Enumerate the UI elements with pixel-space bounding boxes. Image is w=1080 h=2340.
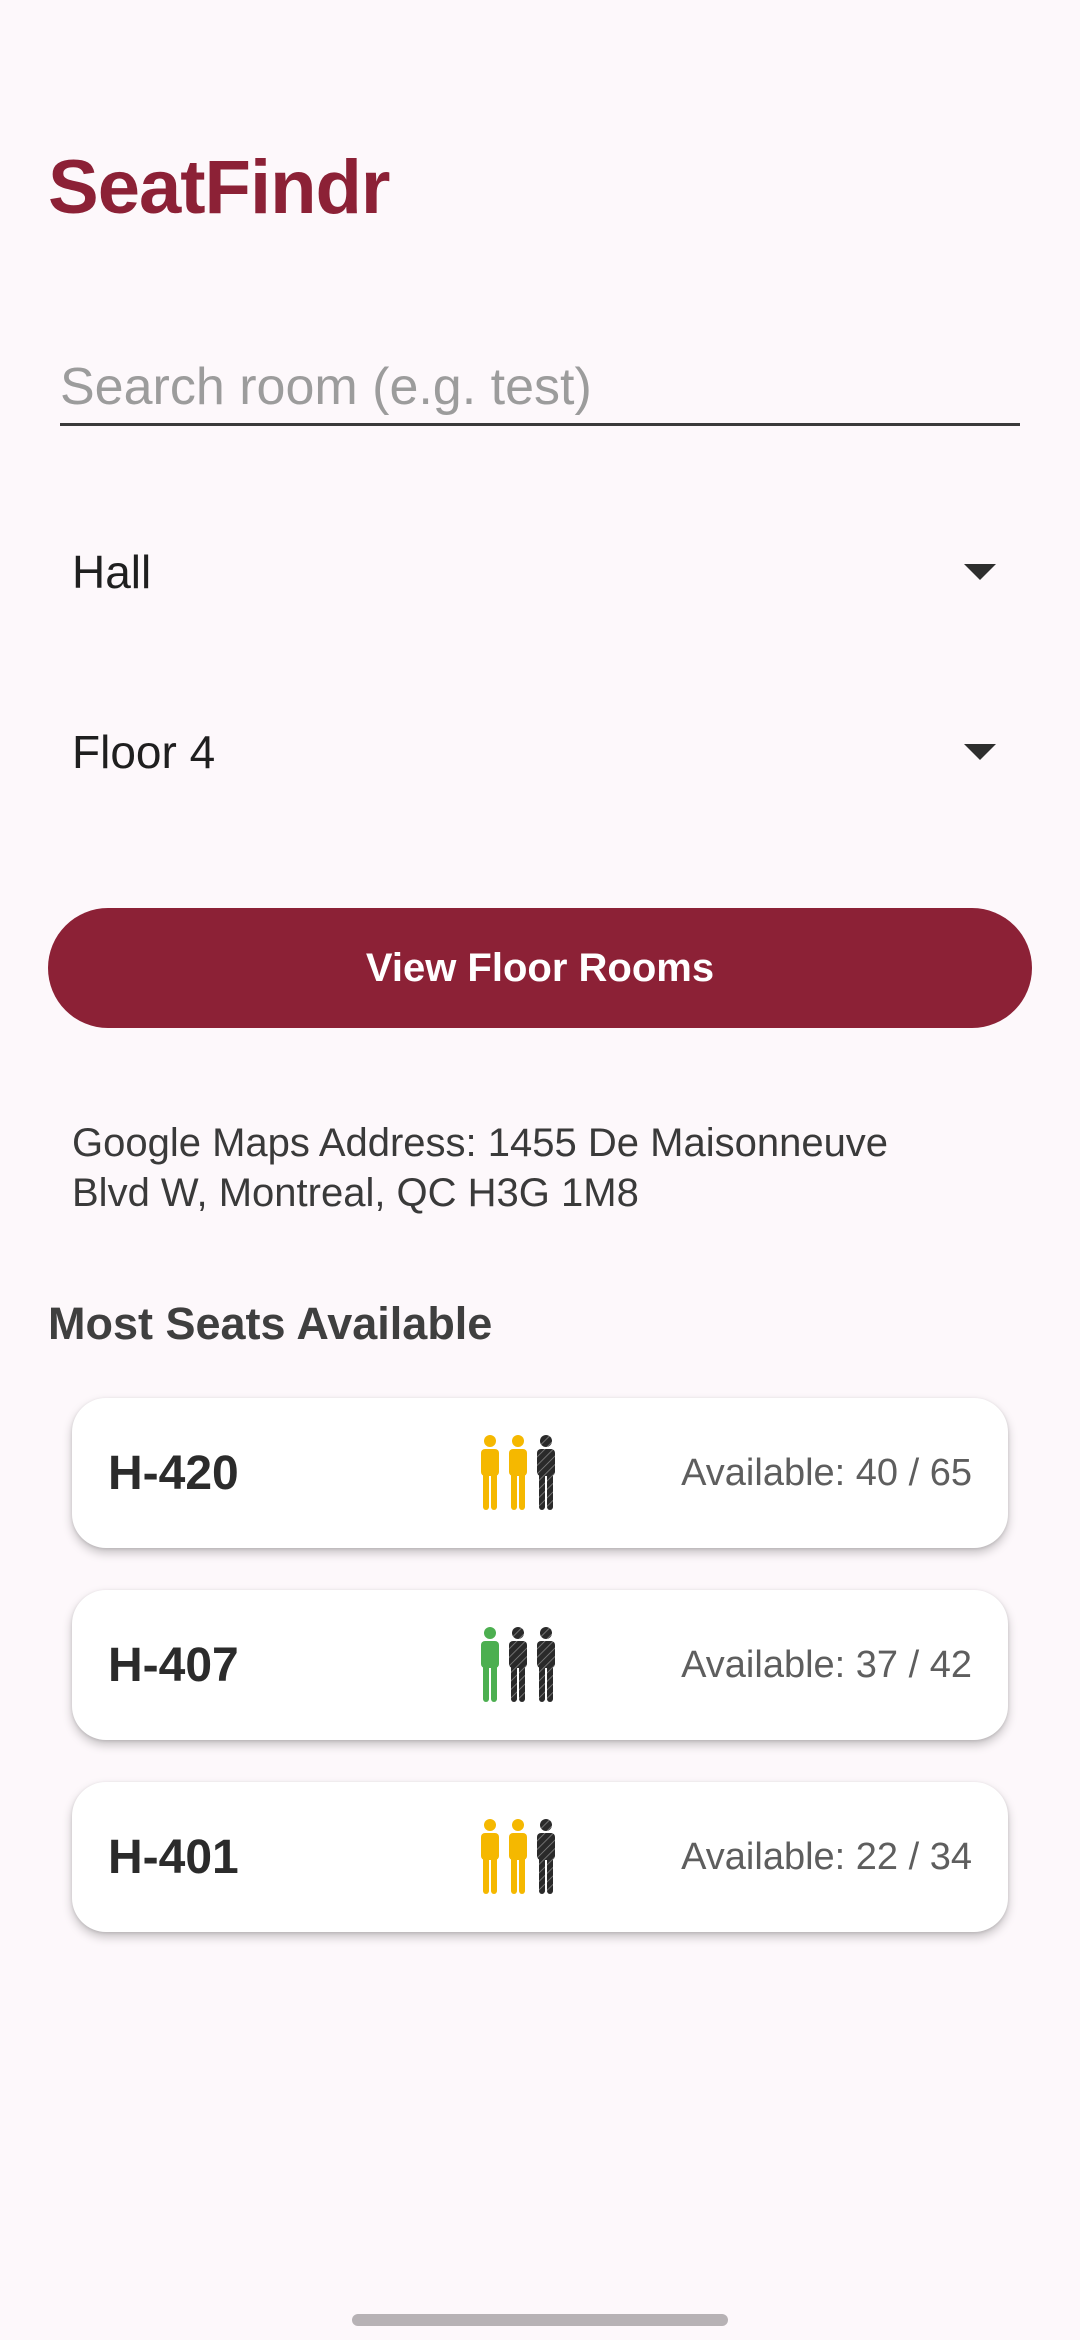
room-availability: Available: 37 / 42 (681, 1643, 972, 1686)
room-card-h-407[interactable]: H-407 Available: 37 / 42 (72, 1590, 1008, 1740)
room-name: H-407 (108, 1638, 239, 1692)
app-title: SeatFindr (48, 145, 390, 230)
view-floor-rooms-button[interactable]: View Floor Rooms (48, 908, 1032, 1028)
room-availability: Available: 40 / 65 (681, 1451, 972, 1494)
building-dropdown-value: Hall (72, 546, 152, 598)
room-card-h-401[interactable]: H-401 Available: 22 / 34 (72, 1782, 1008, 1932)
section-title-most-seats: Most Seats Available (48, 1298, 493, 1349)
google-maps-address: Google Maps Address: 1455 De Maisonneuve… (72, 1121, 889, 1215)
chevron-down-icon (964, 744, 996, 760)
room-availability: Available: 22 / 34 (681, 1835, 972, 1878)
room-name: H-420 (108, 1446, 239, 1500)
occupancy-low-icon (481, 1627, 555, 1702)
room-list: H-420 Available: 40 / 65 H-407 Available… (72, 1398, 1008, 1974)
floor-dropdown-value: Floor 4 (72, 726, 216, 778)
floor-dropdown[interactable]: Floor 4 (48, 692, 1032, 812)
occupancy-medium-icon (481, 1819, 555, 1894)
room-name: H-401 (108, 1830, 239, 1884)
search-input[interactable] (60, 350, 1020, 426)
building-dropdown[interactable]: Hall (48, 512, 1032, 632)
status-bar (0, 0, 1080, 110)
room-card-h-420[interactable]: H-420 Available: 40 / 65 (72, 1398, 1008, 1548)
occupancy-medium-icon (481, 1435, 555, 1510)
home-indicator[interactable] (352, 2314, 728, 2326)
chevron-down-icon (964, 564, 996, 580)
